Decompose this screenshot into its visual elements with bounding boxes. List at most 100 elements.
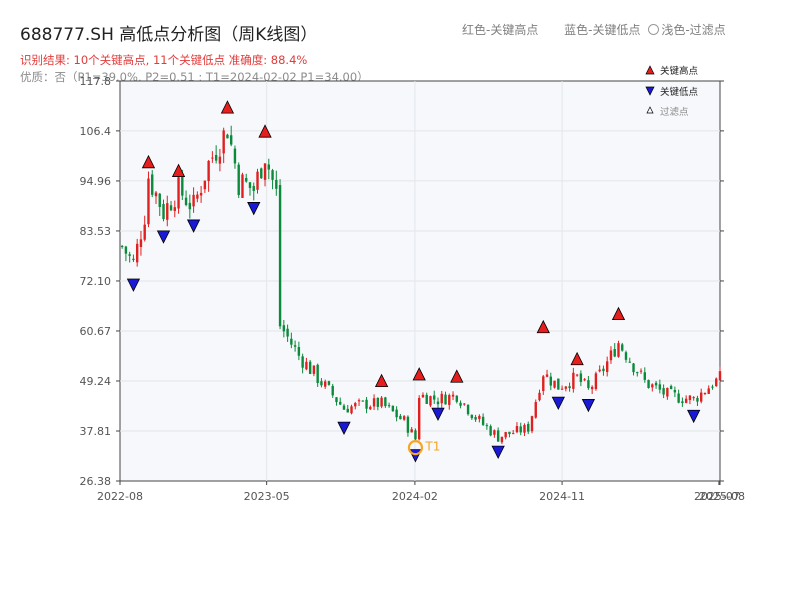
candle-body (369, 406, 372, 410)
candle (147, 171, 150, 228)
candle (557, 378, 560, 390)
candle-body (515, 426, 519, 433)
candle (237, 162, 240, 199)
candle-body (320, 381, 323, 386)
candle-body (545, 374, 549, 377)
candle-body (166, 203, 169, 220)
candle-body (470, 414, 474, 419)
candle-body (684, 398, 688, 403)
candle-body (143, 224, 146, 240)
candle-body (429, 396, 432, 406)
candle-body (237, 164, 240, 196)
candle-body (384, 397, 387, 407)
candle-body (335, 397, 338, 403)
candle-body (305, 361, 308, 370)
y-tick-label: 37.81 (80, 425, 112, 438)
candle-body (312, 365, 316, 374)
candle (391, 405, 395, 412)
candle-body (184, 197, 188, 205)
candle-body (493, 430, 496, 435)
candle (530, 415, 534, 434)
candle-body (489, 426, 492, 436)
candle-body (500, 436, 504, 443)
candle-body (151, 174, 154, 195)
candle-body (399, 415, 402, 420)
candle-body (564, 386, 568, 389)
y-tick-label: 117.8 (80, 75, 112, 88)
candle-body (666, 387, 669, 397)
y-tick-label: 83.53 (80, 225, 112, 238)
y-tick-label: 94.96 (80, 175, 112, 188)
candle-body (301, 356, 304, 368)
candle (647, 379, 650, 389)
legend-filtered-label: 过滤点 (660, 106, 689, 118)
candle-body (636, 372, 639, 374)
candle-body (406, 416, 410, 433)
x-tick-label: 2025-08 (699, 490, 745, 503)
candle-body (466, 404, 470, 415)
candle (466, 404, 470, 416)
candle-body (188, 202, 192, 210)
candle-body (632, 363, 635, 373)
y-tick-label: 60.67 (80, 325, 112, 338)
candle-body (414, 430, 417, 440)
candle-body (154, 192, 158, 197)
candle-body (707, 388, 710, 394)
candle-body (226, 134, 229, 139)
candle-body (496, 430, 500, 442)
candle (278, 179, 282, 330)
candle-body (173, 207, 176, 211)
candle-body (624, 352, 628, 360)
candle-body (662, 388, 665, 395)
candle-body (233, 148, 237, 164)
candle-body (688, 395, 692, 401)
candle-body (658, 384, 662, 390)
candle (594, 371, 598, 391)
candle-body (440, 393, 443, 404)
candle-body (376, 397, 380, 407)
candle-body (474, 416, 477, 420)
candle-body (654, 382, 658, 386)
candle-body (715, 378, 718, 387)
x-tick-label: 2022-08 (97, 490, 143, 503)
candle-body (132, 258, 135, 261)
candle-body (196, 194, 199, 199)
t1-label: T1 (424, 440, 440, 454)
candle-body (245, 177, 248, 182)
candle-body (162, 204, 165, 220)
candle-body (455, 395, 458, 402)
candle (380, 396, 383, 409)
candle (617, 340, 620, 358)
candle-body (602, 368, 605, 372)
candle-body (282, 325, 286, 332)
legend-high-marker (645, 65, 655, 75)
candle-body (169, 205, 173, 211)
candle-body (579, 373, 583, 382)
candle-body (459, 402, 462, 406)
candle-body (605, 361, 609, 373)
candle-body (275, 179, 278, 189)
candle-body (229, 135, 233, 145)
candle-body (181, 174, 184, 196)
x-tick-label: 2023-05 (244, 490, 290, 503)
candle-body (256, 171, 259, 190)
candle-body (350, 406, 353, 414)
candle-body (718, 371, 722, 381)
candle-body (643, 372, 646, 380)
legend-low-label: 关键低点 (660, 86, 699, 98)
candle-body (594, 373, 598, 390)
legend-high-label: 关键高点 (660, 65, 699, 77)
candle-body (651, 384, 654, 388)
candle-body (207, 160, 210, 182)
candle-body (538, 392, 541, 401)
candle (417, 395, 421, 441)
candle-body (448, 395, 451, 405)
candle-body (511, 433, 515, 435)
candle-body (527, 423, 530, 432)
candle-body (248, 182, 252, 188)
candle-body (519, 426, 522, 433)
candle-body (342, 405, 346, 410)
candle-body (128, 254, 131, 256)
candle-body (241, 174, 244, 198)
candle-body (575, 374, 579, 376)
